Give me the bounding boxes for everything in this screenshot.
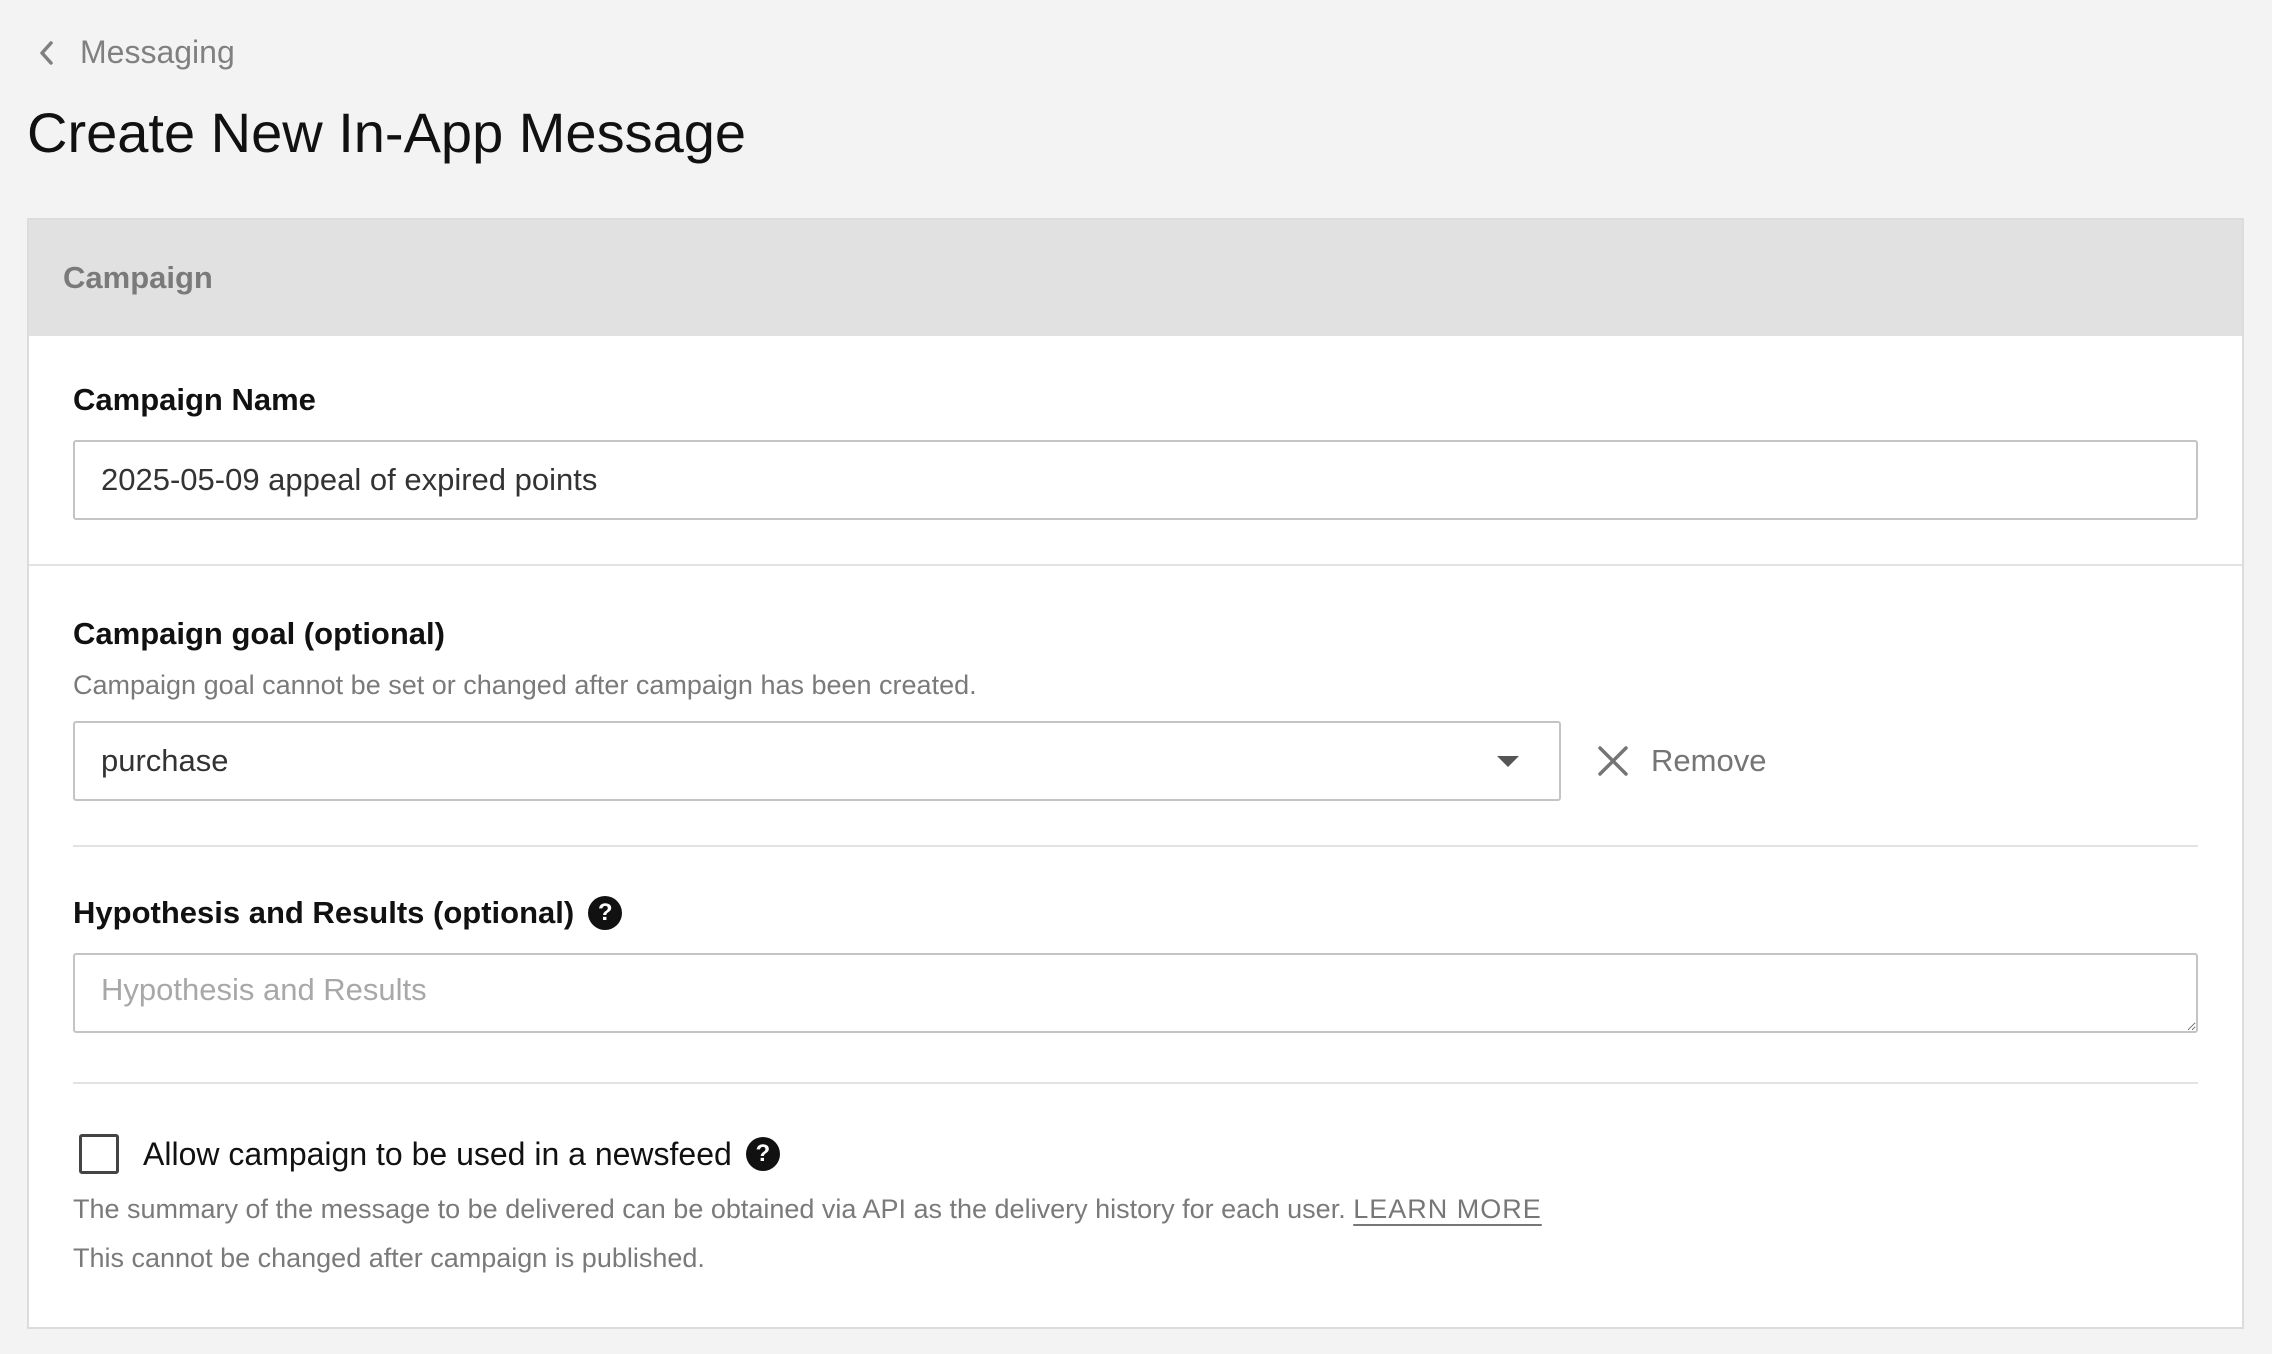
newsfeed-section: Allow campaign to be used in a newsfeed … (29, 1084, 2242, 1274)
campaign-goal-selected-value: purchase (101, 743, 229, 778)
campaign-name-section: Campaign Name (29, 336, 2242, 564)
newsfeed-checkbox-row: Allow campaign to be used in a newsfeed … (73, 1134, 2198, 1174)
hypothesis-label-text: Hypothesis and Results (optional) (73, 895, 575, 930)
hypothesis-textarea[interactable] (73, 953, 2198, 1033)
campaign-goal-select[interactable]: purchase (73, 721, 1561, 801)
newsfeed-note: This cannot be changed after campaign is… (73, 1243, 705, 1273)
chevron-left-icon (40, 40, 53, 65)
newsfeed-checkbox[interactable] (79, 1134, 119, 1174)
campaign-goal-label-text: Campaign goal (optional) (73, 616, 445, 651)
hypothesis-label: Hypothesis and Results (optional) ? (73, 895, 2198, 931)
campaign-name-label-text: Campaign Name (73, 382, 316, 417)
card-header: Campaign (29, 220, 2242, 336)
newsfeed-description-text: The summary of the message to be deliver… (73, 1194, 1346, 1224)
close-icon (1598, 746, 1628, 776)
caret-down-icon (1497, 755, 1519, 767)
remove-goal-button[interactable]: Remove (1597, 743, 1766, 779)
card-header-title: Campaign (63, 260, 213, 295)
campaign-goal-section: Campaign goal (optional) Campaign goal c… (29, 566, 2242, 845)
hypothesis-section: Hypothesis and Results (optional) ? (29, 847, 2242, 1082)
learn-more-link[interactable]: LEARN MORE (1353, 1194, 1542, 1224)
remove-goal-label: Remove (1651, 743, 1767, 778)
campaign-goal-label: Campaign goal (optional) (73, 616, 2198, 652)
breadcrumb-label: Messaging (80, 34, 235, 70)
campaign-goal-hint: Campaign goal cannot be set or changed a… (73, 670, 977, 700)
breadcrumb-back-link[interactable]: Messaging (36, 34, 235, 71)
help-icon[interactable]: ? (588, 896, 623, 930)
campaign-name-label: Campaign Name (73, 382, 2198, 418)
newsfeed-checkbox-label: Allow campaign to be used in a newsfeed (143, 1135, 732, 1172)
newsfeed-description: The summary of the message to be deliver… (73, 1194, 2198, 1225)
help-icon[interactable]: ? (745, 1137, 780, 1171)
page-title: Create New In-App Message (27, 101, 747, 164)
campaign-name-input[interactable] (73, 440, 2198, 520)
campaign-card: Campaign Campaign Name Campaign goal (op… (27, 218, 2244, 1329)
